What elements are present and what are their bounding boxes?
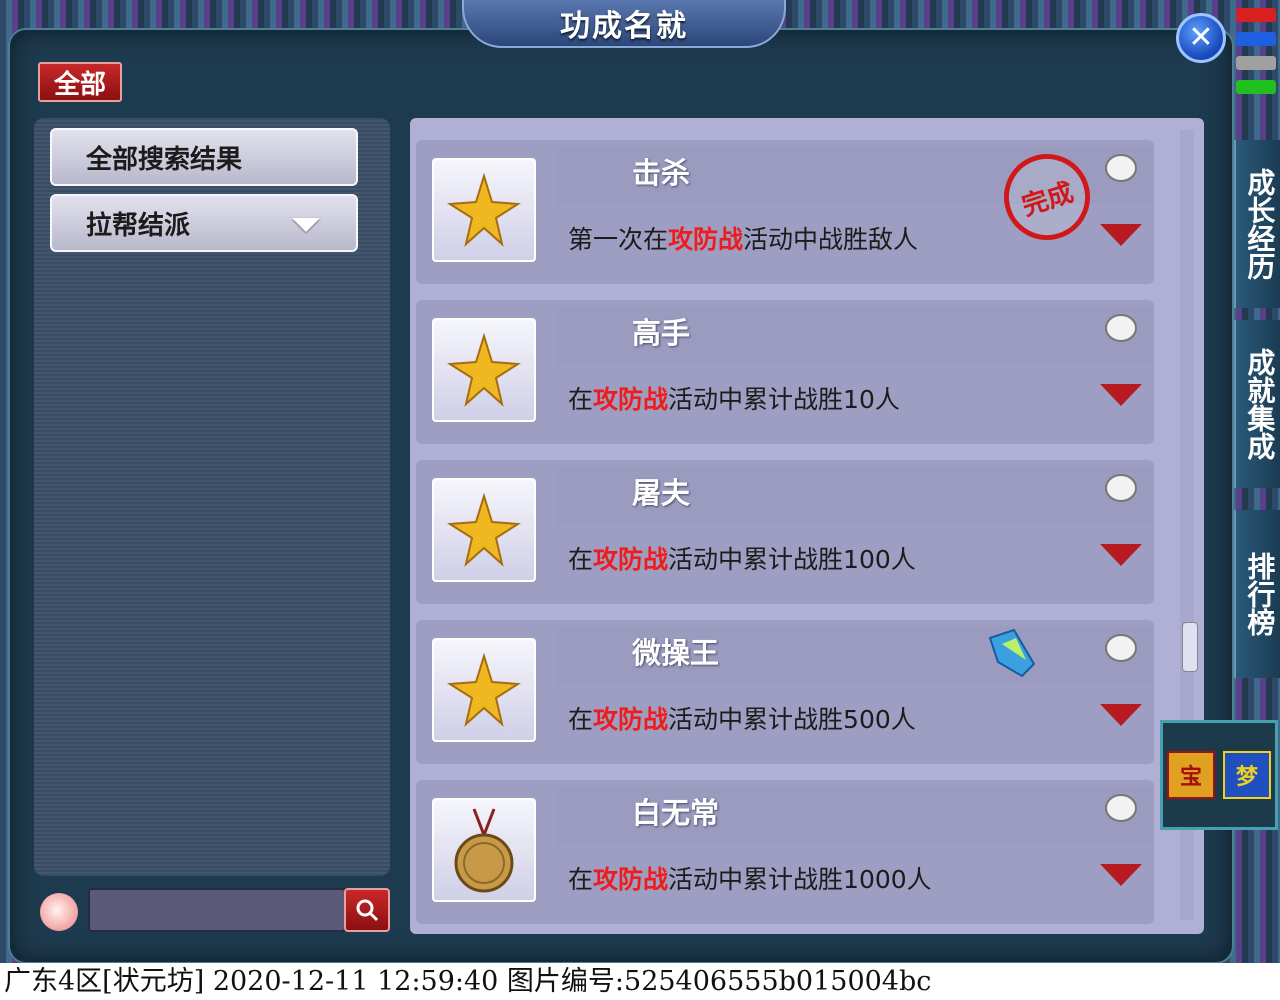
close-button[interactable]: ✕ bbox=[1176, 13, 1226, 63]
close-x-icon: ✕ bbox=[1188, 20, 1214, 55]
search-button[interactable] bbox=[344, 888, 390, 932]
expand-arrow-icon[interactable] bbox=[1100, 544, 1142, 566]
corner-widget[interactable]: 宝 梦 bbox=[1160, 720, 1278, 830]
gold-star-icon bbox=[446, 492, 522, 567]
expand-arrow-icon[interactable] bbox=[1100, 384, 1142, 406]
achievement-icon-box bbox=[432, 478, 536, 582]
screenshot-watermark: 广东4区[状元坊] 2020-12-11 12:59:40 图片编号:52540… bbox=[0, 963, 1280, 1000]
tab-achievement[interactable]: 成就集成 bbox=[1234, 320, 1280, 488]
expand-arrow-icon[interactable] bbox=[1100, 864, 1142, 886]
achievement-row[interactable]: 高手 在攻防战活动中累计战胜10人 bbox=[416, 300, 1154, 444]
treasure-icon: 宝 bbox=[1167, 751, 1215, 799]
gold-star-icon bbox=[446, 652, 522, 727]
search-icon bbox=[356, 899, 379, 922]
peach-icon bbox=[40, 893, 78, 931]
achievement-name: 白无常 bbox=[632, 796, 720, 830]
gold-star-icon bbox=[446, 332, 522, 407]
achievement-desc: 在攻防战活动中累计战胜100人 bbox=[568, 545, 916, 574]
achievement-icon-box bbox=[432, 158, 536, 262]
scrollbar-thumb[interactable] bbox=[1182, 622, 1198, 672]
blue-gem-icon bbox=[988, 628, 1036, 678]
nav-label: 全部搜索结果 bbox=[86, 144, 243, 175]
achievement-name: 击杀 bbox=[632, 156, 691, 190]
gold-star-icon bbox=[446, 172, 522, 247]
pearl-icon bbox=[1105, 634, 1137, 662]
tab-ranking[interactable]: 排行榜 bbox=[1234, 510, 1280, 678]
expand-arrow-icon[interactable] bbox=[1100, 224, 1142, 246]
title-plate: 功成名就 bbox=[462, 0, 786, 48]
tab-growth[interactable]: 成长经历 bbox=[1234, 140, 1280, 308]
status-bars bbox=[1236, 8, 1276, 94]
achievement-desc: 在攻防战活动中累计战胜500人 bbox=[568, 705, 916, 734]
achievement-row[interactable]: 白无常 在攻防战活动中累计战胜1000人 bbox=[416, 780, 1154, 924]
achievement-desc: 第一次在攻防战活动中战胜敌人 bbox=[568, 225, 919, 254]
achievement-row[interactable]: 击杀 第一次在攻防战活动中战胜敌人 完成 bbox=[416, 140, 1154, 284]
bronze-medal-icon bbox=[454, 808, 514, 893]
achievement-name: 高手 bbox=[632, 316, 691, 350]
tab-label: 排行榜 bbox=[1243, 552, 1277, 636]
achievement-row[interactable]: 微操王 在攻防战活动中累计战胜500人 bbox=[416, 620, 1154, 764]
dream-icon: 梦 bbox=[1223, 751, 1271, 799]
achievement-icon-box bbox=[432, 318, 536, 422]
nav-group[interactable]: 拉帮结派 bbox=[50, 194, 358, 252]
achievement-name: 屠夫 bbox=[632, 476, 691, 510]
pearl-icon bbox=[1105, 794, 1137, 822]
category-tab-all[interactable]: 全部 bbox=[38, 62, 122, 102]
pearl-icon bbox=[1105, 474, 1137, 502]
tab-label: 成就集成 bbox=[1243, 348, 1277, 460]
pearl-icon bbox=[1105, 154, 1137, 182]
achievement-desc: 在攻防战活动中累计战胜10人 bbox=[568, 385, 900, 414]
search-input[interactable] bbox=[88, 888, 346, 932]
nav-all-results[interactable]: 全部搜索结果 bbox=[50, 128, 358, 186]
pearl-icon bbox=[1105, 314, 1137, 342]
window-title: 功成名就 bbox=[560, 9, 688, 44]
nav-label: 拉帮结派 bbox=[86, 210, 191, 241]
chevron-down-icon bbox=[292, 218, 320, 232]
achievement-icon-box bbox=[432, 798, 536, 902]
achievement-row[interactable]: 屠夫 在攻防战活动中累计战胜100人 bbox=[416, 460, 1154, 604]
achievement-icon-box bbox=[432, 638, 536, 742]
expand-arrow-icon[interactable] bbox=[1100, 704, 1142, 726]
tab-label: 成长经历 bbox=[1243, 168, 1277, 280]
achievement-name: 微操王 bbox=[632, 636, 720, 670]
achievement-desc: 在攻防战活动中累计战胜1000人 bbox=[568, 865, 932, 894]
